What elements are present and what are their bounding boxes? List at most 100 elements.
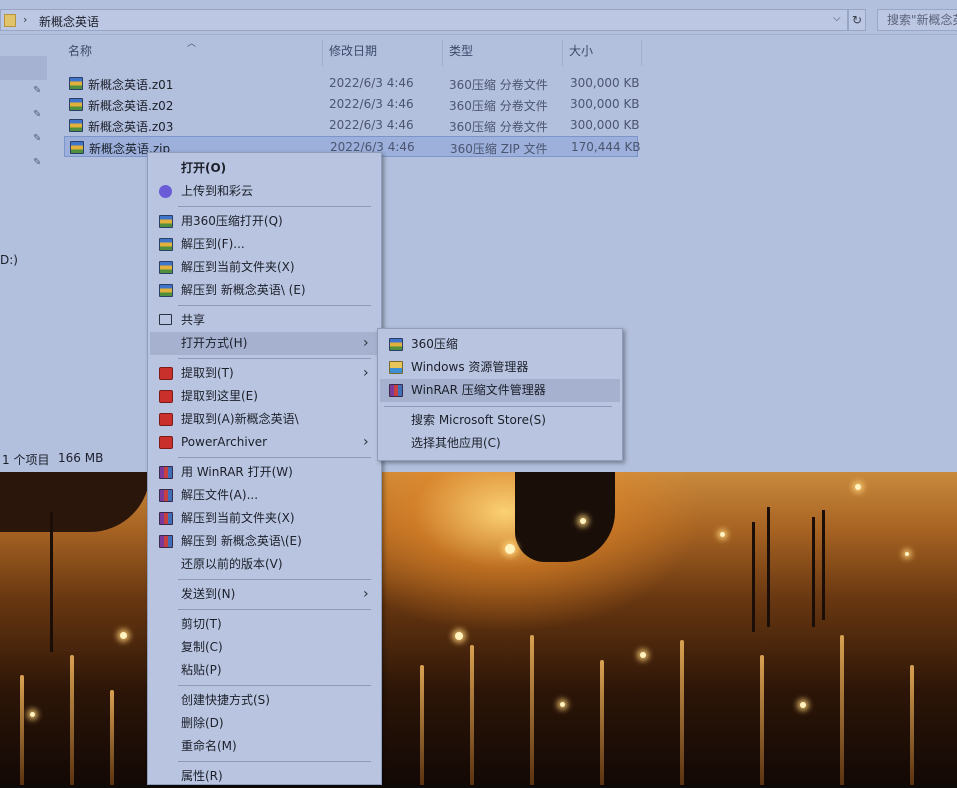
wallpaper-sparkle xyxy=(120,632,127,639)
file-type: 360压缩 分卷文件 xyxy=(449,120,548,134)
wallpaper-horse-silhouette xyxy=(515,472,615,562)
powerarchiver-icon xyxy=(159,390,173,403)
chevron-right-icon[interactable]: › xyxy=(23,13,27,26)
file-row[interactable]: 新概念英语.z03 2022/6/3 4:46 360压缩 分卷文件 300,0… xyxy=(64,115,640,136)
file-name: 新概念英语.z02 xyxy=(88,99,174,113)
column-header-type[interactable]: 类型 xyxy=(449,42,473,64)
pin-icon[interactable]: ✎ xyxy=(33,85,41,96)
cloud-icon xyxy=(159,185,172,198)
column-header-name[interactable]: 名称 xyxy=(68,42,92,64)
menu-separator xyxy=(384,406,612,407)
file-size: 300,000 KB xyxy=(570,76,640,90)
open-with-submenu: 360压缩 Windows 资源管理器 WinRAR 压缩文件管理器 搜索 Mi… xyxy=(377,328,623,461)
powerarchiver-icon xyxy=(159,367,173,380)
desktop-wallpaper xyxy=(0,472,957,785)
winrar-icon xyxy=(159,489,173,502)
search-input[interactable]: 搜索"新概念英 xyxy=(877,9,957,31)
menu-item-winrar-open[interactable]: 用 WinRAR 打开(W) xyxy=(150,461,379,484)
wallpaper-grass xyxy=(840,635,844,785)
menu-item-rename[interactable]: 重命名(M) xyxy=(150,735,379,758)
pin-icon[interactable]: ✎ xyxy=(33,133,41,144)
menu-item-pa-extract-to[interactable]: 提取到(T) › xyxy=(150,362,379,385)
menu-separator xyxy=(178,609,371,610)
column-divider[interactable] xyxy=(641,40,642,66)
context-menu: 打开(O) 上传到和彩云 用360压缩打开(Q) 解压到(F)... 解压到当前… xyxy=(147,152,382,785)
nav-item-selected[interactable] xyxy=(0,56,47,80)
column-divider[interactable] xyxy=(562,40,563,66)
wallpaper-sparkle xyxy=(580,518,586,524)
menu-separator xyxy=(178,685,371,686)
archive-360-icon xyxy=(159,238,173,251)
wallpaper-grass xyxy=(760,655,764,785)
menu-item-paste[interactable]: 粘贴(P) xyxy=(150,659,379,682)
menu-item-open[interactable]: 打开(O) xyxy=(150,157,379,180)
menu-item-extract-folder[interactable]: 解压到 新概念英语\ (E) xyxy=(150,279,379,302)
pin-icon[interactable]: ✎ xyxy=(33,109,41,120)
column-divider[interactable] xyxy=(442,40,443,66)
sort-up-icon: ︿ xyxy=(187,39,197,49)
menu-item-winrar-extract-here[interactable]: 解压到当前文件夹(X) xyxy=(150,507,379,530)
address-bar: › 新概念英语 ⌵ ↻ 搜索"新概念英 xyxy=(0,6,957,35)
winrar-icon xyxy=(159,466,173,479)
navigation-pane: ✎ ✎ ✎ ✎ D:) xyxy=(0,35,62,445)
menu-item-restore-versions[interactable]: 还原以前的版本(V) xyxy=(150,553,379,576)
wallpaper-grass xyxy=(420,665,424,785)
file-size: 300,000 KB xyxy=(570,118,640,132)
wallpaper-sparkle xyxy=(505,544,515,554)
menu-item-pa-extract-here[interactable]: 提取到这里(E) xyxy=(150,385,379,408)
menu-item-send-to[interactable]: 发送到(N) › xyxy=(150,583,379,606)
breadcrumb-folder[interactable]: 新概念英语 xyxy=(39,13,99,30)
archive-360-icon xyxy=(69,98,83,111)
archive-360-icon xyxy=(159,261,173,274)
column-header-size[interactable]: 大小 xyxy=(569,42,593,64)
archive-360-icon xyxy=(159,284,173,297)
wallpaper-sparkle xyxy=(720,532,725,537)
column-divider[interactable] xyxy=(322,40,323,66)
wallpaper-sparkle xyxy=(30,712,35,717)
menu-item-create-shortcut[interactable]: 创建快捷方式(S) xyxy=(150,689,379,712)
wallpaper-sparkle xyxy=(905,552,909,556)
menu-separator xyxy=(178,761,371,762)
menu-item-share[interactable]: 共享 xyxy=(150,309,379,332)
menu-item-extract-to[interactable]: 解压到(F)... xyxy=(150,233,379,256)
menu-item-open-360[interactable]: 用360压缩打开(Q) xyxy=(150,210,379,233)
file-name: 新概念英语.z01 xyxy=(88,78,174,92)
refresh-button[interactable]: ↻ xyxy=(848,9,866,31)
submenu-item-winrar[interactable]: WinRAR 压缩文件管理器 xyxy=(380,379,620,402)
file-type: 360压缩 分卷文件 xyxy=(449,78,548,92)
file-row[interactable]: 新概念英语.z01 2022/6/3 4:46 360压缩 分卷文件 300,0… xyxy=(64,73,640,94)
nav-item-drive[interactable]: D:) xyxy=(0,253,18,267)
menu-item-winrar-extract[interactable]: 解压文件(A)... xyxy=(150,484,379,507)
file-size: 300,000 KB xyxy=(570,97,640,111)
menu-separator xyxy=(178,206,371,207)
winrar-icon xyxy=(159,535,173,548)
menu-item-extract-here[interactable]: 解压到当前文件夹(X) xyxy=(150,256,379,279)
submenu-item-360[interactable]: 360压缩 xyxy=(380,333,620,356)
menu-item-upload-cloud[interactable]: 上传到和彩云 xyxy=(150,180,379,203)
winrar-icon xyxy=(389,384,403,397)
winrar-icon xyxy=(159,512,173,525)
menu-item-winrar-extract-folder[interactable]: 解压到 新概念英语\(E) xyxy=(150,530,379,553)
file-size: 170,444 KB xyxy=(571,140,641,154)
address-path-box[interactable]: › 新概念英语 ⌵ xyxy=(0,9,848,31)
column-header-date[interactable]: 修改日期 xyxy=(329,42,377,64)
menu-item-delete[interactable]: 删除(D) xyxy=(150,712,379,735)
file-type: 360压缩 分卷文件 xyxy=(449,99,548,113)
chevron-down-icon[interactable]: ⌵ xyxy=(833,13,841,24)
menu-item-open-with[interactable]: 打开方式(H) › xyxy=(150,332,379,355)
pin-icon[interactable]: ✎ xyxy=(33,157,41,168)
file-row[interactable]: 新概念英语.z02 2022/6/3 4:46 360压缩 分卷文件 300,0… xyxy=(64,94,640,115)
menu-item-copy[interactable]: 复制(C) xyxy=(150,636,379,659)
wallpaper-pole xyxy=(767,507,770,627)
share-icon xyxy=(159,314,172,325)
menu-item-powerarchiver[interactable]: PowerArchiver › xyxy=(150,431,379,454)
file-date: 2022/6/3 4:46 xyxy=(329,118,414,132)
submenu-item-windows-explorer[interactable]: Windows 资源管理器 xyxy=(380,356,620,379)
file-explorer-icon xyxy=(389,361,403,374)
menu-item-cut[interactable]: 剪切(T) xyxy=(150,613,379,636)
submenu-item-choose-other[interactable]: 选择其他应用(C) xyxy=(380,432,620,455)
submenu-item-search-store[interactable]: 搜索 Microsoft Store(S) xyxy=(380,409,620,432)
wallpaper-grass xyxy=(470,645,474,785)
powerarchiver-icon xyxy=(159,436,173,449)
menu-item-pa-extract-folder[interactable]: 提取到(A)新概念英语\ xyxy=(150,408,379,431)
